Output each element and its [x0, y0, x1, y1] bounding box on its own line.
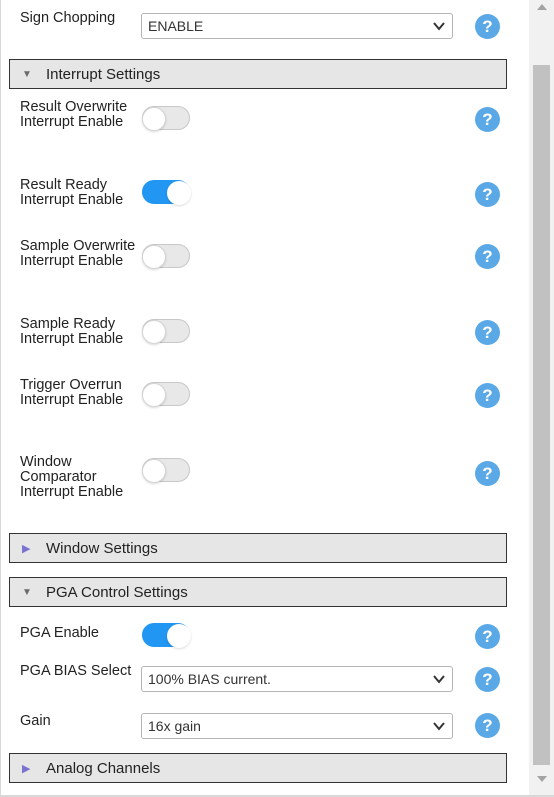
- sample-ready-label: Sample Ready Interrupt Enable: [20, 316, 124, 347]
- section-analog-channels[interactable]: ▶ Analog Channels: [9, 753, 507, 783]
- help-icon[interactable]: ?: [475, 244, 500, 269]
- section-title: Analog Channels: [46, 760, 161, 777]
- section-window-settings[interactable]: ▶ Window Settings: [9, 533, 507, 563]
- sample-ready-toggle[interactable]: [142, 319, 190, 344]
- window-comparator-toggle[interactable]: [142, 458, 190, 483]
- window-comparator-label: Window Comparator Interrupt Enable: [20, 454, 124, 500]
- help-icon[interactable]: ?: [475, 383, 500, 408]
- section-title: PGA Control Settings: [46, 584, 188, 601]
- chevron-down-icon: [433, 22, 445, 31]
- gain-value: 16x gain: [148, 718, 201, 734]
- pga-enable-label: PGA Enable: [20, 625, 99, 641]
- settings-panel: Sign Chopping ENABLE ? ▼ Interrupt Setti…: [0, 0, 529, 797]
- vertical-scrollbar[interactable]: [529, 0, 554, 797]
- triangle-right-icon: ▶: [22, 763, 31, 775]
- result-ready-toggle[interactable]: [142, 180, 191, 205]
- sign-chopping-value: ENABLE: [148, 18, 204, 34]
- scrollbar-thumb[interactable]: [533, 65, 550, 765]
- sample-overwrite-toggle[interactable]: [142, 244, 190, 269]
- sample-overwrite-label: Sample Overwrite Interrupt Enable: [20, 238, 136, 269]
- trigger-overrun-label: Trigger Overrun Interrupt Enable: [20, 377, 124, 408]
- pga-bias-select[interactable]: 100% BIAS current.: [141, 666, 453, 692]
- toggle-knob: [142, 245, 166, 269]
- scroll-down-icon[interactable]: [537, 776, 547, 782]
- toggle-knob: [142, 383, 166, 407]
- gain-select[interactable]: 16x gain: [141, 713, 453, 739]
- help-icon[interactable]: ?: [475, 14, 500, 39]
- panel-border: [0, 0, 1, 797]
- chevron-down-icon: [433, 675, 445, 684]
- section-interrupt-settings[interactable]: ▼ Interrupt Settings: [9, 59, 507, 89]
- pga-enable-toggle[interactable]: [142, 623, 191, 648]
- trigger-overrun-toggle[interactable]: [142, 382, 190, 407]
- toggle-knob: [142, 107, 166, 131]
- sign-chopping-label: Sign Chopping: [20, 10, 116, 26]
- triangle-down-icon: ▼: [22, 69, 32, 80]
- sign-chopping-select[interactable]: ENABLE: [141, 13, 453, 39]
- help-icon[interactable]: ?: [475, 320, 500, 345]
- triangle-down-icon: ▼: [22, 587, 32, 598]
- pga-bias-label: PGA BIAS Select: [20, 663, 132, 679]
- triangle-right-icon: ▶: [22, 543, 31, 555]
- chevron-down-icon: [433, 722, 445, 731]
- result-overwrite-label: Result Overwrite Interrupt Enable: [20, 99, 128, 130]
- help-icon[interactable]: ?: [475, 182, 500, 207]
- help-icon[interactable]: ?: [475, 713, 500, 738]
- section-title: Interrupt Settings: [46, 66, 161, 83]
- help-icon[interactable]: ?: [475, 461, 500, 486]
- toggle-knob: [142, 459, 166, 483]
- scroll-up-icon[interactable]: [537, 4, 547, 10]
- toggle-knob: [167, 181, 191, 205]
- gain-label: Gain: [20, 713, 51, 729]
- help-icon[interactable]: ?: [475, 667, 500, 692]
- toggle-knob: [167, 624, 191, 648]
- pga-bias-value: 100% BIAS current.: [148, 671, 271, 687]
- help-icon[interactable]: ?: [475, 624, 500, 649]
- result-overwrite-toggle[interactable]: [142, 106, 190, 131]
- help-icon[interactable]: ?: [475, 107, 500, 132]
- section-pga-control-settings[interactable]: ▼ PGA Control Settings: [9, 577, 507, 607]
- toggle-knob: [142, 320, 166, 344]
- section-title: Window Settings: [46, 540, 158, 557]
- result-ready-label: Result Ready Interrupt Enable: [20, 177, 124, 208]
